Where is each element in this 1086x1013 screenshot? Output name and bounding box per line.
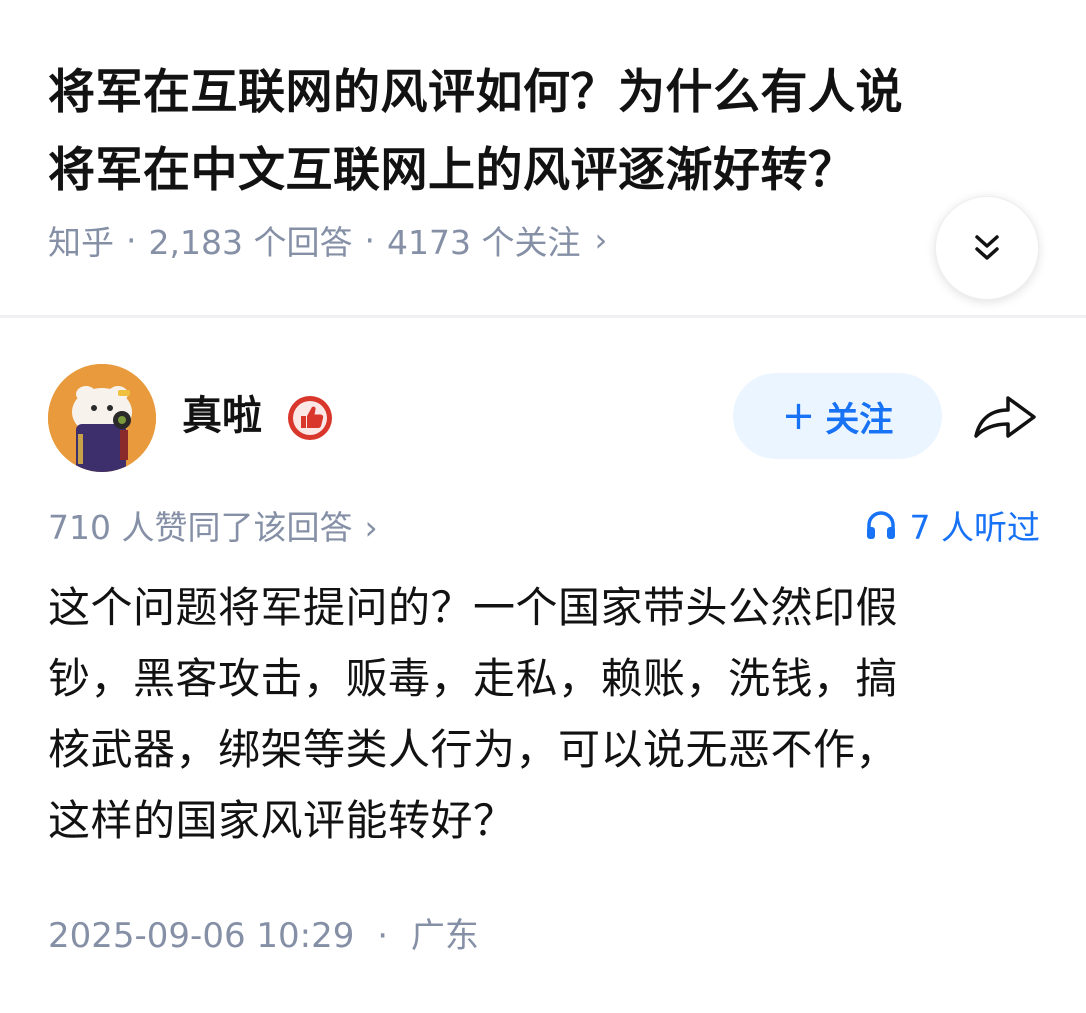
listened-text: 7 人听过 — [909, 508, 1041, 547]
chevron-right-icon: › — [364, 508, 378, 547]
author-name[interactable]: 真啦 — [182, 388, 262, 444]
answer-stats: 710 人赞同了该回答 › 7 人听过 — [48, 500, 1040, 550]
upvotes-link[interactable]: 710 人赞同了该回答 › — [48, 501, 378, 549]
answers-count: 2,183 个回答 — [148, 223, 353, 262]
followers-count: 4173 个关注 — [386, 223, 581, 262]
headphones-icon — [866, 511, 895, 539]
thumbs-up-badge-icon — [286, 394, 334, 442]
share-button[interactable] — [970, 390, 1040, 446]
double-chevron-down-icon — [975, 235, 999, 260]
avatar-image — [48, 364, 156, 472]
meta-separator: · — [377, 916, 389, 956]
follow-label: 关注 — [825, 399, 894, 440]
expand-button[interactable] — [935, 196, 1039, 300]
content-line: 这样的国家风评能转好？ — [48, 796, 516, 845]
answer-location: 广东 — [410, 916, 479, 956]
follow-button[interactable]: + 关注 — [733, 373, 942, 459]
content-line: 这个问题将军提问的？一个国家带头公然印假 — [48, 583, 899, 632]
question-header: 将军在互联网的风评如何？为什么有人说 将军在中文互联网上的风评逐渐好转？ — [48, 54, 1048, 210]
plus-icon: + — [781, 393, 816, 439]
question-title-line-1: 将军在互联网的风评如何？为什么有人说 — [48, 65, 903, 120]
avatar[interactable] — [48, 364, 156, 472]
answer-content[interactable]: 这个问题将军提问的？一个国家带头公然印假 钞，黑客攻击，贩毒，走私，赖账，洗钱，… — [48, 572, 1048, 856]
answer-footer: 2025-09-06 10:29 · 广东 — [48, 910, 479, 962]
source-label: 知乎 — [48, 223, 114, 262]
answer-date: 2025-09-06 10:29 — [48, 916, 355, 956]
chevron-right-icon: › — [594, 221, 608, 259]
question-meta[interactable]: 知乎 · 2,183 个回答 · 4173 个关注 › — [48, 214, 607, 266]
content-line: 核武器，绑架等类人行为，可以说无恶不作， — [48, 725, 899, 774]
section-divider — [0, 315, 1086, 318]
meta-separator: · — [364, 220, 375, 260]
share-arrow-icon — [974, 396, 1036, 438]
question-title[interactable]: 将军在互联网的风评如何？为什么有人说 将军在中文互联网上的风评逐渐好转？ — [48, 54, 1048, 210]
content-line: 钞，黑客攻击，贩毒，走私，赖账，洗钱，搞 — [48, 654, 899, 703]
meta-separator: · — [126, 220, 137, 260]
upvotes-text: 710 人赞同了该回答 — [48, 508, 353, 547]
question-title-line-2: 将军在中文互联网上的风评逐渐好转？ — [48, 143, 856, 198]
listened-link[interactable]: 7 人听过 — [864, 501, 1041, 549]
